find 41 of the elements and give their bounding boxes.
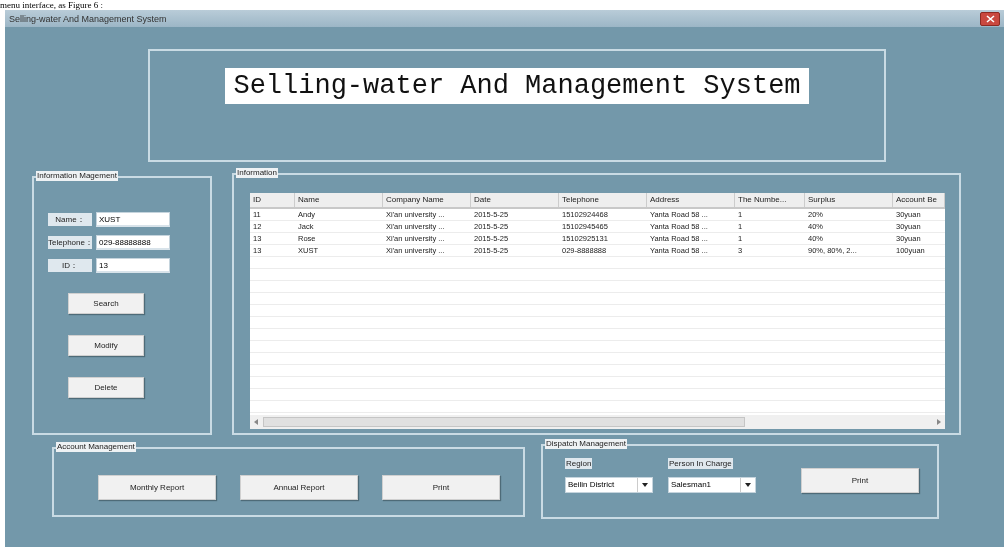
group-label: Information Magement — [36, 171, 119, 181]
scroll-right-icon[interactable] — [936, 419, 941, 425]
action-button[interactable]: Delete — [68, 377, 144, 398]
field-label: Telephone： — [48, 236, 92, 249]
action-button[interactable]: Modify — [68, 335, 144, 356]
group-label: Account Management — [56, 442, 136, 452]
dropdown[interactable]: Beilin District — [565, 477, 653, 493]
field-label: Name： — [48, 213, 92, 226]
document-caption: menu interface, as Figure 6 : — [0, 0, 104, 10]
column-header[interactable]: Name — [295, 193, 383, 207]
horizontal-scrollbar[interactable] — [250, 415, 945, 429]
dropdown-arrow-icon — [745, 483, 751, 487]
group-label: Information — [236, 168, 279, 178]
window-title: Selling-water And Management System — [9, 13, 167, 24]
column-header[interactable]: Address — [647, 193, 735, 207]
field-label: ID： — [48, 259, 92, 272]
column-header[interactable]: Date — [471, 193, 559, 207]
column-header[interactable]: The Numbe... — [735, 193, 805, 207]
app-title: Selling-water And Management System — [225, 67, 809, 104]
column-header[interactable]: Surplus — [805, 193, 893, 207]
action-button[interactable]: Monthly Report — [98, 474, 216, 500]
scroll-left-icon[interactable] — [254, 419, 259, 425]
field-label: Region — [565, 458, 593, 469]
column-header[interactable]: ID — [250, 193, 295, 207]
group-label: Dispatch Management — [545, 439, 628, 449]
dropdown[interactable]: Salesman1 — [668, 477, 756, 493]
column-header[interactable]: Account Be — [893, 193, 945, 207]
dropdown-arrow-icon — [642, 483, 648, 487]
column-header[interactable]: Company Name — [383, 193, 471, 207]
print-button[interactable]: Print — [801, 468, 919, 493]
action-button[interactable]: Print — [382, 474, 500, 500]
close-button[interactable] — [980, 11, 1000, 26]
text-field[interactable]: 13 — [96, 258, 170, 273]
text-field[interactable]: XUST — [96, 212, 170, 227]
close-icon — [985, 14, 995, 23]
action-button[interactable]: Annual Report — [240, 474, 358, 500]
text-field[interactable]: 029-88888888 — [96, 235, 170, 250]
field-label: Person In Charge — [668, 458, 733, 469]
action-button[interactable]: Search — [68, 293, 144, 314]
column-header[interactable]: Telephone — [559, 193, 647, 207]
scroll-thumb[interactable] — [263, 417, 745, 427]
